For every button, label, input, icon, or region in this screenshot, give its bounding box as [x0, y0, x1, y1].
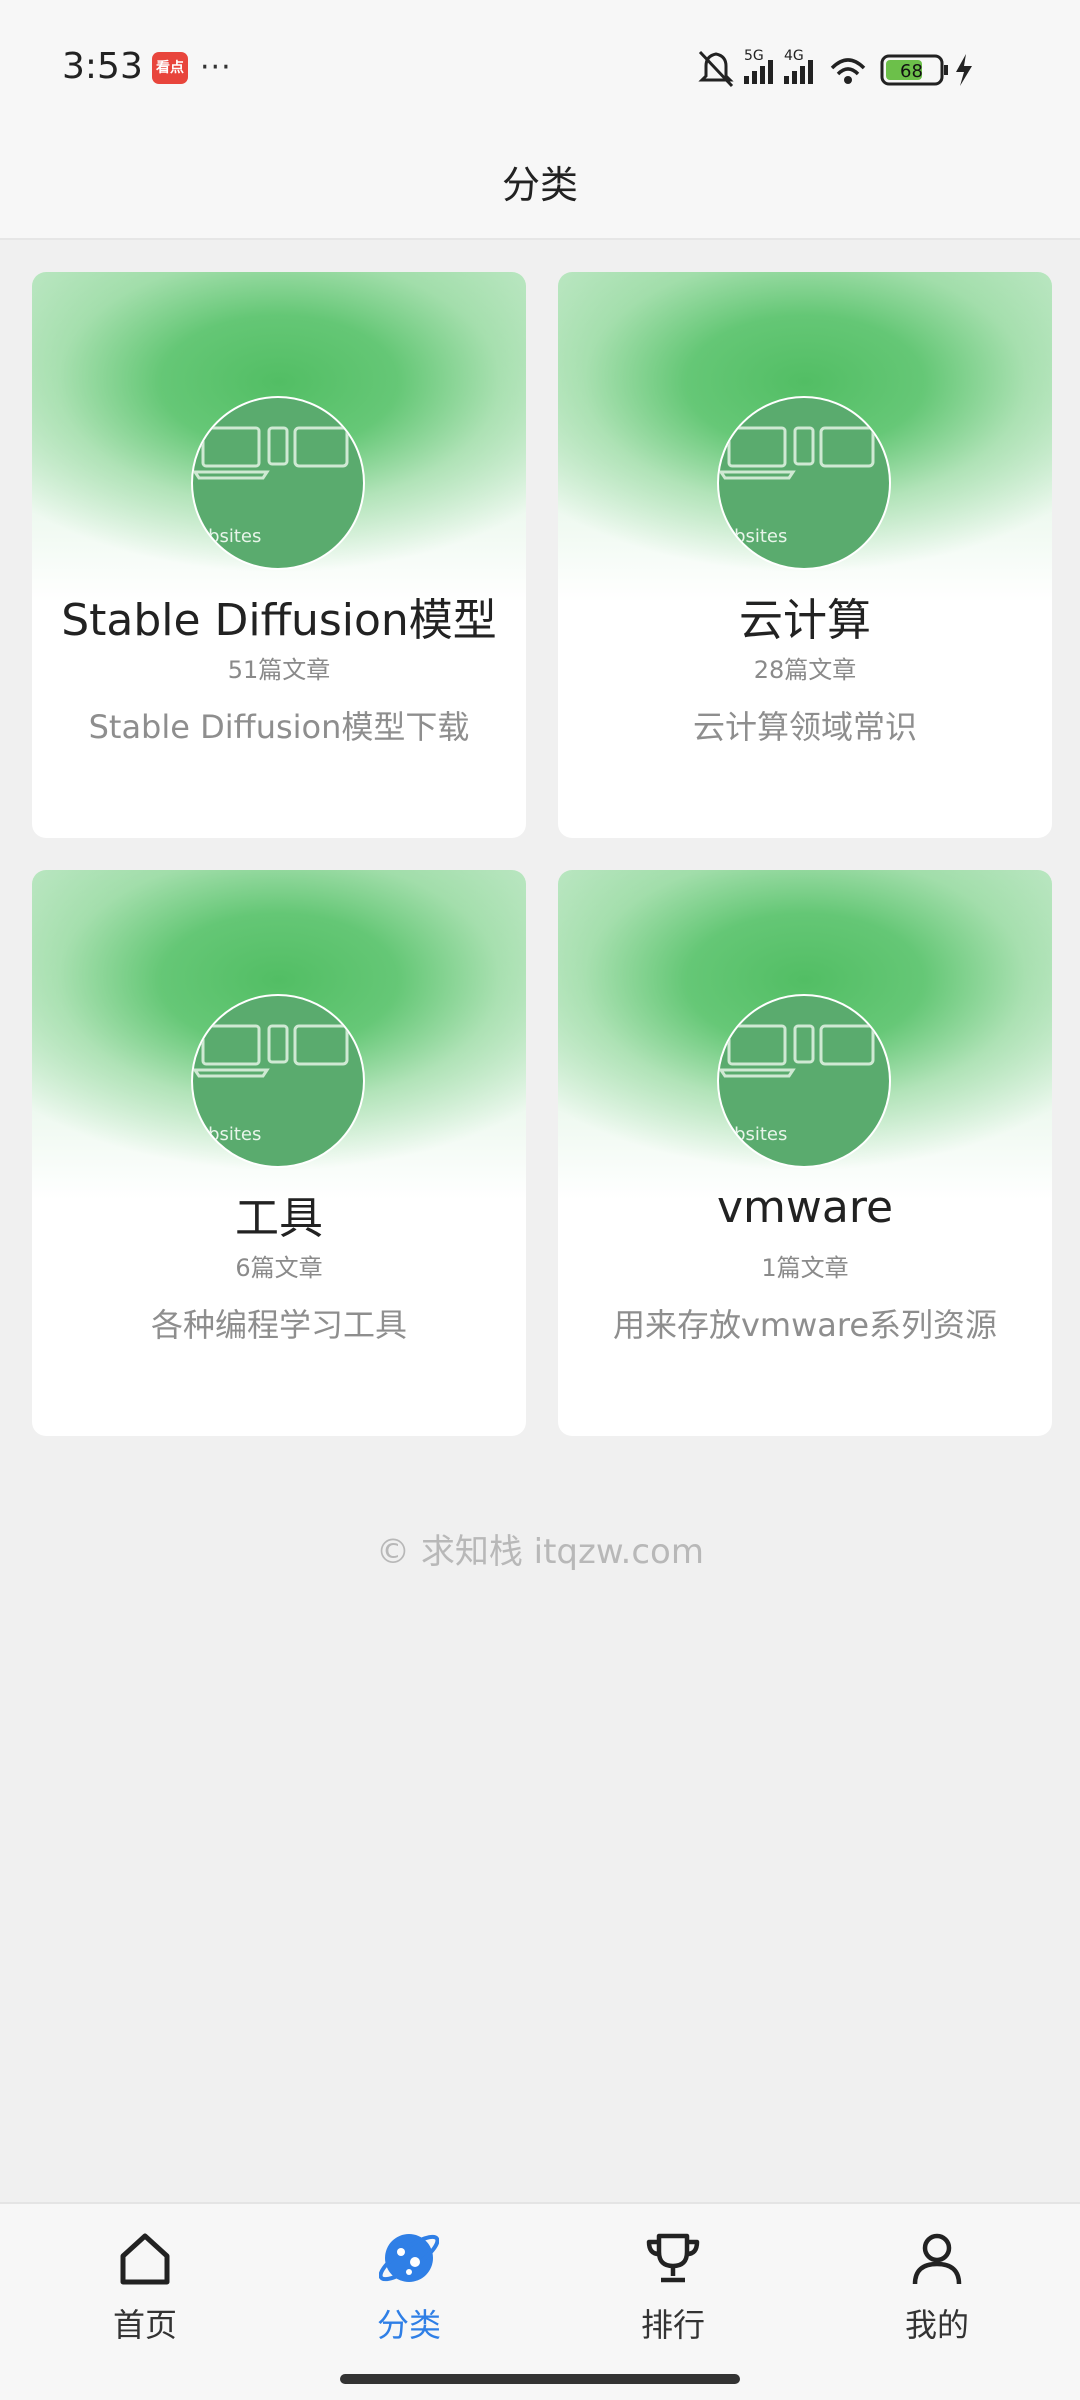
article-count: 6篇文章	[235, 1254, 323, 1282]
category-description: Stable Diffusion模型下载	[88, 708, 470, 746]
image-caption: ebsites	[197, 526, 262, 547]
category-planet-icon	[379, 2234, 439, 2282]
category-card[interactable]: ebsites 工具 6篇文章 各种编程学习工具	[32, 870, 526, 1436]
category-image: ebsites	[717, 994, 891, 1168]
category-description: 各种编程学习工具	[150, 1306, 407, 1344]
nav-label-home: 首页	[112, 2306, 177, 2344]
image-caption: ebsites	[723, 1124, 788, 1145]
charging-icon	[956, 54, 972, 86]
nav-item-mine[interactable]: 我的	[867, 2228, 1007, 2358]
home-icon	[120, 2233, 170, 2285]
image-caption: ebsites	[723, 526, 788, 547]
category-card[interactable]: ebsites Stable Diffusion模型 51篇文章 Stable …	[32, 272, 526, 838]
article-count: 28篇文章	[753, 656, 857, 684]
category-name: Stable Diffusion模型	[61, 595, 497, 646]
category-image: ebsites	[191, 994, 365, 1168]
mute-icon	[698, 50, 734, 88]
category-image: ebsites	[717, 396, 891, 570]
battery-icon: 68	[880, 54, 948, 86]
user-icon	[912, 2233, 962, 2285]
network-label-5g: 5G	[744, 48, 764, 64]
nav-item-home[interactable]: 首页	[75, 2228, 215, 2358]
image-caption: ebsites	[197, 1124, 262, 1145]
title-bar: 分类	[0, 128, 1080, 240]
category-card[interactable]: ebsites 云计算 28篇文章 云计算领域常识	[558, 272, 1052, 838]
article-count: 51篇文章	[227, 656, 331, 684]
category-card[interactable]: ebsites vmware 1篇文章 用来存放vmware系列资源	[558, 870, 1052, 1436]
category-name: 云计算	[739, 595, 871, 646]
status-time: 3:53	[62, 46, 143, 87]
page-title: 分类	[501, 163, 578, 207]
battery-level: 68	[900, 61, 923, 82]
copyright-footer: © 求知栈 itqzw.com	[376, 1532, 704, 1572]
trophy-icon	[646, 2233, 700, 2283]
more-notifications-icon: ···	[200, 50, 232, 85]
nav-label-mine: 我的	[904, 2306, 969, 2344]
status-bar: 3:53 看点 ··· 5G 4G 68	[0, 0, 1080, 128]
category-name: vmware	[716, 1182, 894, 1233]
nav-label-ranking: 排行	[640, 2306, 705, 2344]
category-name: 工具	[235, 1193, 323, 1244]
status-icons: 5G 4G 68	[698, 46, 1028, 92]
category-image: ebsites	[191, 396, 365, 570]
article-count: 1篇文章	[761, 1254, 849, 1282]
bottom-nav: 首页 分类 排行 我的	[0, 2202, 1080, 2400]
category-description: 云计算领域常识	[692, 708, 917, 746]
nav-item-ranking[interactable]: 排行	[603, 2228, 743, 2358]
network-label-4g: 4G	[784, 48, 804, 64]
category-description: 用来存放vmware系列资源	[612, 1306, 998, 1344]
nav-label-category: 分类	[376, 2306, 441, 2344]
nav-item-category[interactable]: 分类	[339, 2228, 479, 2358]
notification-app-icon: 看点	[152, 52, 188, 84]
home-indicator[interactable]	[340, 2374, 740, 2384]
wifi-icon	[830, 58, 866, 76]
